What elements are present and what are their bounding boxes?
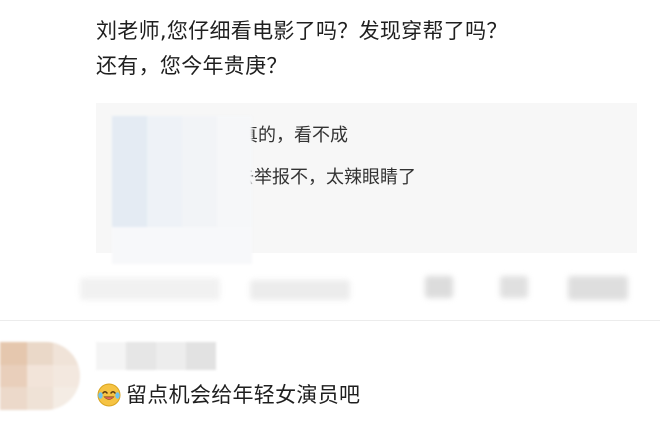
comment-icon[interactable]	[500, 276, 528, 298]
comment-line-2: 还有，您今年贵庚？	[96, 54, 288, 78]
comment-2: 留点机会给年轻女演员吧	[96, 380, 360, 410]
comment-2-text: 留点机会给年轻女演员吧	[126, 383, 361, 407]
laughing-crying-face-icon	[97, 383, 121, 407]
comment-line-1: 刘老师,您仔细看电影了吗？发现穿帮了吗？	[96, 19, 508, 43]
like-icon[interactable]	[568, 276, 628, 300]
mosaic-redaction	[112, 116, 252, 264]
timestamp-redacted	[80, 278, 220, 300]
comment-actions-row	[0, 268, 660, 310]
divider	[0, 320, 660, 321]
share-icon[interactable]	[425, 276, 453, 298]
username-redacted[interactable]	[96, 342, 216, 370]
avatar[interactable]	[0, 342, 80, 410]
reply-button-redacted[interactable]	[250, 280, 350, 300]
comment-text: 刘老师,您仔细看电影了吗？发现穿帮了吗？ 还有，您今年贵庚？	[96, 14, 646, 84]
